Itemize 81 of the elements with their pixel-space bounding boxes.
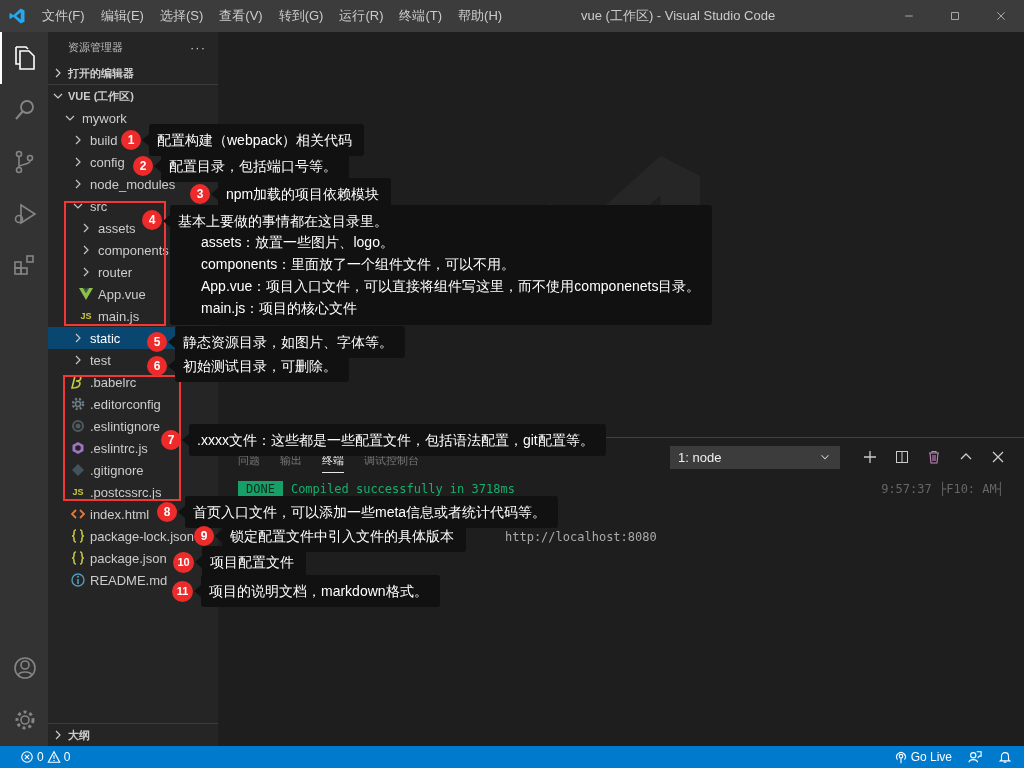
tree-item[interactable]: router: [48, 261, 134, 283]
menu-item[interactable]: 文件(F): [34, 7, 93, 25]
vue-icon: [78, 286, 94, 302]
sidebar-title: 资源管理器: [68, 39, 123, 55]
terminal-text: http://localhost:8080: [505, 530, 657, 544]
tree-item[interactable]: .editorconfig: [48, 393, 163, 415]
go-live-button[interactable]: Go Live: [887, 750, 958, 764]
section-header[interactable]: 打开的编辑器: [48, 62, 218, 84]
window-title: vue (工作区) - Visual Studio Code: [580, 7, 777, 25]
diamond-icon: [70, 462, 86, 478]
menu-item[interactable]: 编辑(E): [92, 7, 152, 25]
close-icon: [995, 10, 1007, 22]
menu-item[interactable]: 运行(R): [331, 7, 392, 25]
annotation-text: App.vue：项目入口文件，可以直接将组件写这里，而不使用componenets目录。: [200, 277, 701, 296]
annotation-text: 项目的说明文档，markdown格式。: [209, 582, 428, 601]
tree-item[interactable]: .gitignore: [48, 459, 146, 481]
tree-item[interactable]: .babelrc: [48, 371, 139, 393]
problems-button[interactable]: 0 0: [14, 750, 77, 764]
tree-item[interactable]: JS main.js: [48, 305, 142, 327]
menu-item[interactable]: 选择(S): [151, 7, 212, 25]
tree-item[interactable]: config: [48, 151, 127, 173]
tree-item[interactable]: index.html: [48, 503, 152, 525]
split-icon: [894, 449, 910, 465]
annotation-text: 锁定配置文件中引入文件的具体版本: [230, 527, 454, 546]
annotation-text: 基本上要做的事情都在这目录里。: [178, 212, 389, 231]
gear-icon: [70, 396, 86, 412]
annotation-text: 项目配置文件: [210, 553, 294, 572]
debug-icon: [12, 201, 38, 227]
tree-item[interactable]: README.md: [48, 569, 170, 591]
braces-icon: [70, 528, 86, 544]
bell-icon: [998, 750, 1012, 764]
menu-item[interactable]: 查看(V): [211, 7, 271, 25]
tree-item[interactable]: package-lock.json: [48, 525, 197, 547]
tree-item[interactable]: JS .postcssrc.js: [48, 481, 164, 503]
trash-icon: [926, 449, 942, 465]
annotation-text: assets：放置一些图片、logo。: [200, 233, 395, 252]
tree-item[interactable]: build: [48, 129, 120, 151]
annotation-text: components：里面放了一个组件文件，可以不用。: [200, 255, 517, 274]
tree-item[interactable]: test: [48, 349, 113, 371]
tree-item[interactable]: src: [48, 195, 110, 217]
more-actions-button[interactable]: ···: [190, 39, 206, 55]
menu-item[interactable]: 转到(G): [270, 7, 332, 25]
tree-item[interactable]: static: [48, 327, 123, 349]
hexagon-icon: [70, 440, 86, 456]
tree-item[interactable]: assets: [48, 217, 138, 239]
annotation-text: 初始测试目录，可删除。: [183, 357, 337, 376]
plus-icon: [862, 449, 878, 465]
maximize-icon: [949, 10, 961, 22]
tree-item[interactable]: .eslintignore: [48, 415, 163, 437]
annotation-text: .xxxx文件：这些都是一些配置文件，包括语法配置，git配置等。: [197, 431, 594, 450]
account-icon: [12, 655, 38, 681]
annotation-text: 静态资源目录，如图片、字体等。: [183, 333, 393, 352]
terminal-time: 9:57:37 ├F10: AM┤: [881, 482, 1004, 496]
annotation-text: 配置目录，包括端口号等。: [169, 157, 337, 176]
logo-icon: [8, 7, 26, 25]
tree-item[interactable]: package.json: [48, 547, 169, 569]
tree-item[interactable]: .eslintrc.js: [48, 437, 150, 459]
error-icon: [20, 750, 34, 764]
feedback-icon: [968, 750, 982, 764]
tree-item[interactable]: App.vue: [48, 283, 148, 305]
annotation-text: main.js：项目的核心文件: [200, 299, 359, 318]
menu-item[interactable]: 帮助(H): [450, 7, 511, 25]
js-file-icon: JS: [70, 487, 86, 497]
annotation-text: 配置构建（webpack）相关代码: [157, 131, 353, 150]
ring-icon: [70, 418, 86, 434]
warning-icon: [46, 750, 61, 764]
files-icon: [12, 45, 38, 71]
menu-item[interactable]: 终端(T): [391, 7, 451, 25]
annotation-text: 首页入口文件，可以添加一些meta信息或者统计代码等。: [193, 503, 547, 522]
terminal-text: Compiled successfully in 3718ms: [290, 482, 516, 496]
braces-icon: [70, 550, 86, 566]
tree-item[interactable]: node_modules: [48, 173, 178, 195]
js-file-icon: JS: [78, 311, 94, 321]
annotation-text: npm加载的项目依赖模块: [226, 185, 380, 204]
info-icon: [70, 572, 86, 588]
status-badge: DONE: [238, 481, 283, 497]
terminal-dropdown[interactable]: 1: node: [670, 445, 840, 469]
tree-item[interactable]: mywork: [48, 107, 129, 129]
panel-tab[interactable]: 输出: [280, 449, 302, 473]
broadcast-icon: [893, 750, 908, 764]
close-icon: [990, 449, 1006, 465]
